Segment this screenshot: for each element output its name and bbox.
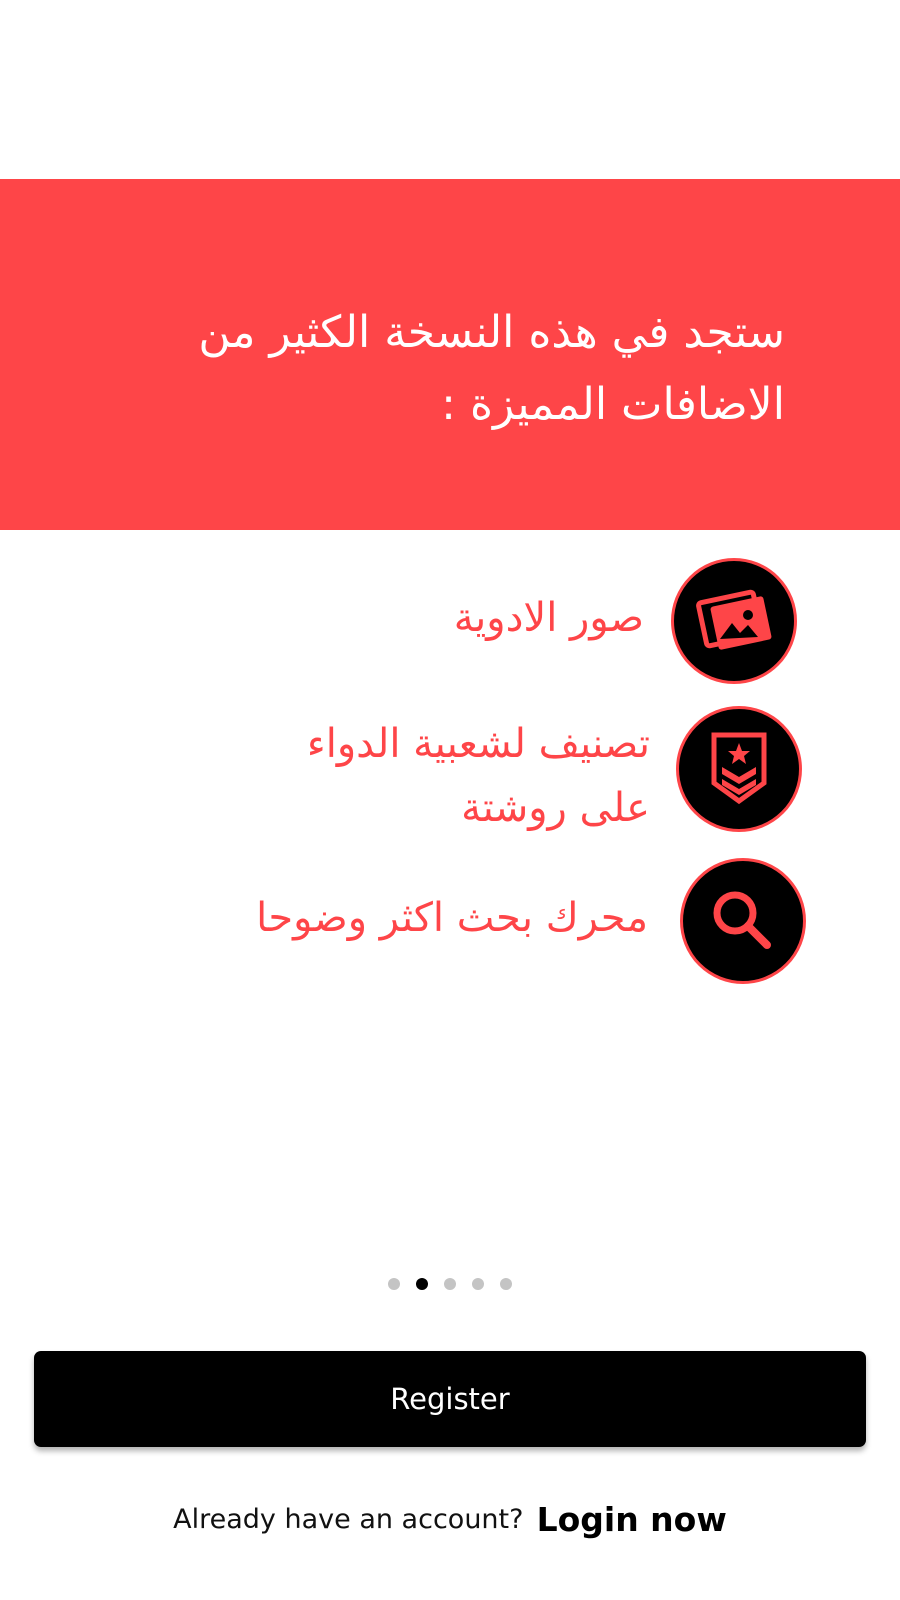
login-now-link[interactable]: Login now [537,1500,727,1539]
page-dot[interactable] [444,1278,456,1290]
register-button[interactable]: Register [34,1351,866,1447]
rank-badge-icon [676,706,802,832]
login-prompt: Already have an account? [173,1504,524,1535]
login-row: Already have an account? Login now [0,1500,900,1539]
feature-text: محرك بحث اكثر وضوحا [256,895,648,941]
pictures-icon [671,558,797,684]
feature-text: صور الادوية [453,595,644,641]
page-indicator [0,1278,900,1290]
page-dot-active[interactable] [416,1278,428,1290]
page-dot[interactable] [472,1278,484,1290]
feature-item-search: محرك بحث اكثر وضوحا [0,858,900,988]
intro-banner: ستجد في هذه النسخة الكثير من الاضافات ال… [0,179,900,530]
banner-text: ستجد في هذه النسخة الكثير من الاضافات ال… [198,307,785,430]
feature-text: تصنيف لشعبية الدواء على روشتة [306,721,650,831]
search-icon [680,858,806,984]
page-dot[interactable] [500,1278,512,1290]
feature-item-pictures: صور الادوية [0,558,900,688]
page-dot[interactable] [388,1278,400,1290]
feature-item-rank: تصنيف لشعبية الدواء على روشتة [0,706,900,836]
